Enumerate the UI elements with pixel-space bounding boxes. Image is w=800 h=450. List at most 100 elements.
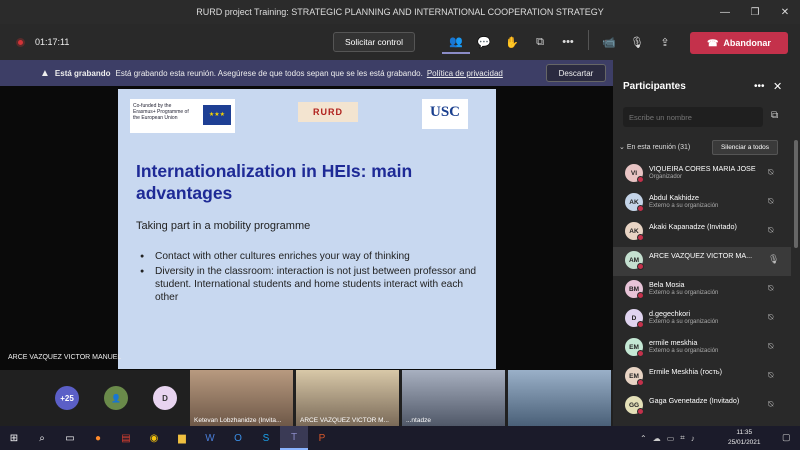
participant-avatar: VI (625, 164, 644, 183)
file-explorer-icon[interactable]: ▆ (168, 426, 196, 450)
participant-name: Bela Mosia (649, 280, 685, 289)
warning-icon: ▲ (40, 67, 50, 79)
word-icon[interactable]: W (196, 426, 224, 450)
meeting-toolbar: 01:17:11 Solicitar control 👥 💬 ✋ ⧉ ••• 📹… (0, 24, 800, 60)
participant-row[interactable]: VI VIQUEIRA CORES MARIA JOSE Organizador ⍉ (613, 160, 791, 189)
phone-hangup-icon: ☎ (707, 37, 719, 48)
mic-muted-icon[interactable]: ⍉ (768, 167, 773, 178)
meeting-count-label: En esta reunión (31) (626, 144, 691, 151)
participant-row[interactable]: AK Akaki Kapanadze (Invitado) ⍉ (613, 218, 791, 247)
participant-name: Ermile Meskhia (гость) (649, 367, 723, 376)
participant-role: Externo a su organización (649, 203, 719, 209)
onedrive-icon[interactable]: ☁ (653, 434, 661, 443)
share-screen-icon[interactable]: ⇪ (651, 30, 679, 54)
mic-muted-icon[interactable]: ⍉ (768, 283, 773, 294)
participants-icon[interactable]: 👥 (442, 30, 470, 54)
volume-icon[interactable]: ♪ (691, 434, 695, 443)
powerpoint-icon[interactable]: P (308, 426, 336, 450)
camera-icon[interactable]: 📹 (595, 30, 623, 54)
window-title: RURD project Training: STRATEGIC PLANNIN… (196, 7, 604, 17)
mic-muted-icon[interactable]: ⍉ (768, 225, 773, 236)
leave-button[interactable]: ☎ Abandonar (690, 32, 788, 54)
windows-start-icon[interactable]: ⊞ (0, 426, 28, 450)
more-actions-icon[interactable]: ••• (554, 30, 582, 54)
participant-video[interactable]: Ketevan Lobzhanidze (Invita... (190, 370, 293, 426)
participant-row[interactable]: EM Ermile Meskhia (гость) ⍉ (613, 363, 791, 392)
notifications-icon[interactable]: ▢ (782, 432, 791, 443)
participant-avatar: EM (625, 338, 644, 357)
rurd-logo: RURD (298, 102, 358, 122)
participant-row[interactable]: Dd.gegechkori Externo a su organización ⍉ (613, 305, 791, 334)
windows-taskbar: ⊞ ⌕ ▭ ● ▤ ◉ ▆ W O S T P ⌃ ☁ ▭ ⌗ ♪ 11:35 … (0, 426, 800, 450)
mic-muted-icon[interactable]: ⍉ (768, 399, 773, 410)
close-window-button[interactable]: ✕ (770, 0, 800, 24)
participants-panel: Participantes ••• ✕ ⧉ ⌄ En esta reunión … (613, 60, 800, 426)
recording-banner: ▲ Está grabando Está grabando esta reuni… (0, 60, 613, 86)
participant-role: Externo a su organización (649, 348, 719, 354)
mic-muted-icon[interactable]: ⍉ (768, 312, 773, 323)
battery-icon[interactable]: ▭ (667, 434, 675, 443)
usc-logo: USC (422, 99, 468, 129)
participant-video[interactable] (508, 370, 611, 426)
more-options-icon[interactable]: ••• (754, 81, 765, 92)
participant-avatar-d[interactable]: D (153, 386, 177, 410)
participant-avatar: EM (625, 367, 644, 386)
chevron-down-icon: ⌄ (619, 144, 625, 151)
participant-row[interactable]: AK Abdul Kakhidze Externo a su organizació… (613, 189, 791, 218)
participant-row[interactable]: AM ARCE VAZQUEZ VICTOR MA... 🎙 (613, 247, 791, 276)
maximize-button[interactable]: ❐ (740, 0, 770, 24)
eu-logo-text: Co-funded by the Erasmus+ Programme of t… (133, 103, 189, 121)
minimize-button[interactable]: — (710, 0, 740, 24)
meeting-timer: 01:17:11 (35, 37, 70, 47)
raise-hand-icon[interactable]: ✋ (498, 30, 526, 54)
pdf-icon[interactable]: ▤ (112, 426, 140, 450)
participant-row[interactable]: GG Gaga Gvenetadze (Invitado) ⍉ (613, 392, 791, 421)
task-view-icon[interactable]: ▭ (56, 426, 84, 450)
video-label: ...ntadze (406, 417, 431, 424)
chrome-icon[interactable]: ◉ (140, 426, 168, 450)
chat-icon[interactable]: 💬 (470, 30, 498, 54)
participant-avatar: AK (625, 193, 644, 212)
meeting-section-header[interactable]: ⌄ En esta reunión (31) (619, 143, 690, 151)
request-control-button[interactable]: Solicitar control (333, 32, 415, 52)
skype-icon[interactable]: S (252, 426, 280, 450)
rooms-icon[interactable]: ⧉ (526, 30, 554, 54)
participant-video[interactable]: ...ntadze (402, 370, 505, 426)
participant-list: VI VIQUEIRA CORES MARIA JOSE Organizador ⍉ A… (613, 160, 791, 421)
panel-scrollbar[interactable] (794, 140, 798, 248)
taskbar-clock[interactable]: 11:35 25/01/2021 (728, 428, 761, 448)
participant-name: VIQUEIRA CORES MARIA JOSE (649, 164, 756, 173)
participant-avatar: GG (625, 396, 644, 415)
toolbar-divider (588, 30, 589, 50)
video-label: Ketevan Lobzhanidze (Invita... (194, 417, 282, 424)
invite-search-input[interactable] (623, 107, 763, 127)
mic-muted-icon[interactable]: ⍉ (768, 341, 773, 352)
mute-all-button[interactable]: Silenciar a todos (712, 140, 778, 155)
overflow-participants-badge[interactable]: +25 (55, 386, 79, 410)
share-invite-icon[interactable]: ⧉ (771, 110, 778, 121)
mic-muted-icon[interactable]: ⍉ (768, 196, 773, 207)
network-icon[interactable]: ⌗ (680, 433, 685, 443)
participant-row[interactable]: EM ermile meskhia Externo a su organizació… (613, 334, 791, 363)
privacy-link[interactable]: Política de privacidad (427, 69, 503, 78)
tray-arrow-icon[interactable]: ⌃ (640, 434, 647, 443)
participant-role: Externo a su organización (649, 319, 719, 325)
firefox-icon[interactable]: ● (84, 426, 112, 450)
close-icon[interactable]: ✕ (773, 80, 782, 93)
participant-row[interactable]: BM Bela Mosia Externo a su organización ⍉ (613, 276, 791, 305)
participant-avatar[interactable]: 👤 (104, 386, 128, 410)
participant-name: Abdul Kakhidze (649, 193, 699, 202)
mic-icon[interactable]: 🎙 (768, 254, 779, 265)
presenter-label: ARCE VAZQUEZ VICTOR MANUEL (8, 354, 122, 361)
mic-muted-icon[interactable]: ⍉ (768, 370, 773, 381)
outlook-icon[interactable]: O (224, 426, 252, 450)
mic-off-icon[interactable]: 🎙 (623, 30, 651, 54)
dismiss-button[interactable]: Descartar (546, 64, 606, 82)
participant-video[interactable]: ARCE VAZQUEZ VICTOR M... (296, 370, 399, 426)
system-tray: ⌃ ☁ ▭ ⌗ ♪ (640, 426, 695, 450)
teams-icon[interactable]: T (280, 426, 308, 450)
participant-avatar: AK (625, 222, 644, 241)
person-icon: 👤 (111, 393, 121, 403)
erasmus-logo: Co-funded by the Erasmus+ Programme of t… (130, 99, 235, 133)
search-icon[interactable]: ⌕ (28, 426, 56, 450)
